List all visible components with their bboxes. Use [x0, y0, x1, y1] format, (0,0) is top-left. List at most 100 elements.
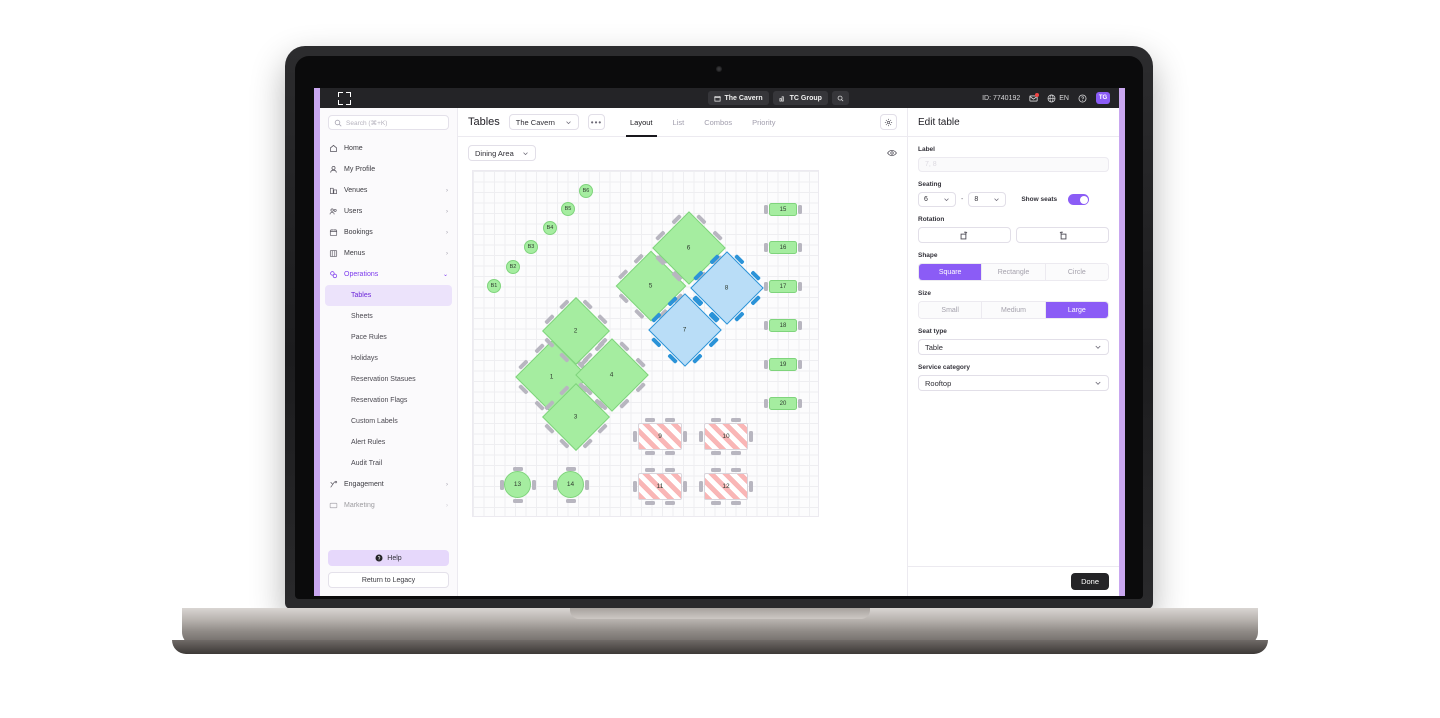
- sidebar-item-label: Users: [344, 208, 363, 215]
- sidebar-subitem-label: Reservation Flags: [351, 397, 408, 404]
- language-label: EN: [1059, 94, 1069, 102]
- seat-marker: [731, 468, 742, 472]
- show-seats-toggle[interactable]: [1068, 194, 1090, 205]
- settings-button[interactable]: [880, 114, 897, 130]
- table-label: 9: [658, 433, 662, 440]
- label-input[interactable]: 7, 8: [918, 157, 1109, 172]
- sidebar-item-engagement[interactable]: Engagement ›: [320, 474, 457, 495]
- chevron-down-icon: [944, 198, 949, 202]
- topbar-search-button[interactable]: [831, 91, 849, 105]
- rotate-right-button[interactable]: [1016, 227, 1109, 243]
- tab-layout[interactable]: Layout: [620, 108, 663, 137]
- seat-marker: [764, 282, 768, 291]
- sidebar-item-menus[interactable]: Menus ›: [320, 243, 457, 264]
- more-options-button[interactable]: •••: [587, 114, 605, 130]
- floorplan[interactable]: B1 B2 B3 B4 B5 B6 1 2 3 4 5 6 7 8 9 10 11 12 13 14 15 16 17 18 1…: [472, 170, 819, 517]
- seating-min-select[interactable]: 6: [918, 192, 956, 207]
- size-option-small[interactable]: Small: [919, 302, 983, 318]
- table-label: 19: [779, 361, 787, 368]
- shape-option-square[interactable]: Square: [919, 264, 983, 280]
- seating-row: 6 - 8 Show seats: [918, 192, 1109, 207]
- floor-table[interactable]: 15: [764, 203, 802, 216]
- mail-icon[interactable]: [1029, 92, 1040, 103]
- floor-table[interactable]: 11: [633, 468, 687, 505]
- sidebar-item-operations[interactable]: Operations ⌄: [320, 264, 457, 285]
- language-switcher[interactable]: EN: [1047, 94, 1069, 103]
- floor-table[interactable]: 18: [764, 319, 802, 332]
- table-label: 2: [574, 327, 578, 335]
- sidebar-subitem-custom-labels[interactable]: Custom Labels: [320, 411, 457, 432]
- tab-list[interactable]: List: [663, 108, 695, 137]
- sidebar-item-marketing[interactable]: Marketing ›: [320, 495, 457, 516]
- floor-table[interactable]: 16: [764, 241, 802, 254]
- floor-table[interactable]: 12: [699, 468, 753, 505]
- floor-table[interactable]: 20: [764, 397, 802, 410]
- seat-type-field-group: Seat type Table: [918, 328, 1109, 355]
- floor-table[interactable]: 13: [499, 466, 536, 503]
- seat-marker: [731, 451, 742, 455]
- floor-table[interactable]: 19: [764, 358, 802, 371]
- return-to-legacy-button[interactable]: Return to Legacy: [328, 572, 449, 588]
- sidebar-item-my-profile[interactable]: My Profile: [320, 159, 457, 180]
- shape-option-rectangle[interactable]: Rectangle: [982, 264, 1046, 280]
- floor-table[interactable]: 9: [633, 418, 687, 455]
- search-placeholder: Search (⌘+K): [346, 119, 388, 127]
- sidebar-subitem-pace-rules[interactable]: Pace Rules: [320, 327, 457, 348]
- sidebar-item-venues[interactable]: Venues ›: [320, 180, 457, 201]
- floor-table[interactable]: 14: [552, 466, 589, 503]
- sidebar-subitem-reservation-flags[interactable]: Reservation Flags: [320, 390, 457, 411]
- bar-seat[interactable]: B1: [487, 279, 501, 293]
- table-label: 15: [779, 206, 787, 213]
- sidebar-subitem-tables[interactable]: Tables: [325, 285, 452, 306]
- seating-max-select[interactable]: 8: [968, 192, 1007, 207]
- sidebar-item-users[interactable]: Users ›: [320, 201, 457, 222]
- done-button[interactable]: Done: [1071, 573, 1109, 590]
- shape-option-circle[interactable]: Circle: [1045, 264, 1108, 280]
- bar-seat[interactable]: B6: [579, 184, 593, 198]
- venue-chip[interactable]: The Cavern: [707, 91, 769, 105]
- area-selector[interactable]: Dining Area: [468, 145, 536, 161]
- tab-combos[interactable]: Combos: [694, 108, 742, 137]
- sidebar-subitem-alert-rules[interactable]: Alert Rules: [320, 432, 457, 453]
- chevron-down-icon: [1095, 345, 1101, 349]
- bar-seat[interactable]: B3: [524, 240, 538, 254]
- page-title: Tables: [468, 116, 500, 128]
- size-option-large[interactable]: Large: [1045, 302, 1108, 318]
- floor-table[interactable]: 17: [764, 280, 802, 293]
- brackets-logo-icon[interactable]: [338, 91, 351, 105]
- sidebar-subitem-holidays[interactable]: Holidays: [320, 348, 457, 369]
- help-circle-icon[interactable]: [1078, 94, 1087, 103]
- bar-seat[interactable]: B4: [543, 221, 557, 235]
- seat-marker: [665, 451, 676, 455]
- avatar[interactable]: TG: [1096, 92, 1110, 104]
- rotate-left-button[interactable]: [918, 227, 1011, 243]
- bar-seat[interactable]: B5: [561, 202, 575, 216]
- topbar-right-group: ID: 7740192 EN TG: [982, 92, 1114, 104]
- sidebar-item-bookings[interactable]: Bookings ›: [320, 222, 457, 243]
- bar-seat[interactable]: B2: [506, 260, 520, 274]
- sidebar-item-home[interactable]: Home: [320, 138, 457, 159]
- sidebar-subitem-sheets[interactable]: Sheets: [320, 306, 457, 327]
- table-label: B5: [564, 206, 572, 212]
- help-button[interactable]: Help: [328, 550, 449, 566]
- sidebar-subitem-audit-trail[interactable]: Audit Trail: [320, 453, 457, 474]
- seat-type-select[interactable]: Table: [918, 339, 1109, 355]
- sidebar-item-label: Home: [344, 145, 363, 152]
- group-chip[interactable]: TC Group: [772, 91, 828, 105]
- size-option-medium[interactable]: Medium: [982, 302, 1046, 318]
- search-input[interactable]: Search (⌘+K): [328, 115, 449, 130]
- tab-priority[interactable]: Priority: [742, 108, 785, 137]
- seat-marker: [764, 360, 768, 369]
- table-label: 5: [649, 282, 653, 290]
- seat-marker: [764, 321, 768, 330]
- sidebar-subitem-reservation-statuses[interactable]: Reservation Stasues: [320, 369, 457, 390]
- sidebar-subitem-label: Tables: [351, 292, 372, 299]
- table-label: 17: [779, 283, 787, 290]
- floor-table[interactable]: 10: [699, 418, 753, 455]
- table-label: 14: [566, 481, 575, 488]
- venue-selector[interactable]: The Cavern: [508, 114, 579, 130]
- service-category-select[interactable]: Rooftop: [918, 375, 1109, 391]
- notification-badge: [1035, 92, 1040, 97]
- toggle-visibility-button[interactable]: [887, 148, 897, 158]
- seat-marker: [710, 468, 721, 472]
